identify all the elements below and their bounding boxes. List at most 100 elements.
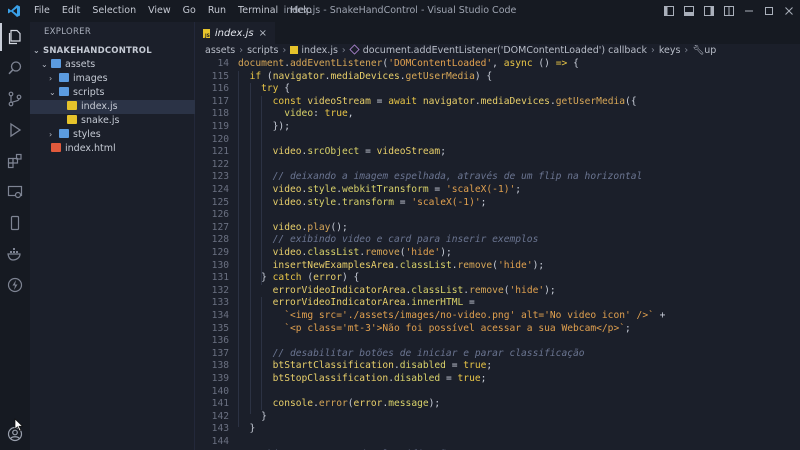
breadcrumb-item-up[interactable]: up (704, 45, 716, 56)
tree-item-index-html[interactable]: index.html (30, 142, 195, 156)
menu-item-run[interactable]: Run (202, 0, 232, 22)
line-number-gutter: 14 115 116 117 118 119 120 121 122 123 124 125 126 12… (195, 58, 229, 450)
breadcrumb-item-callback[interactable]: document.addEventListener('DOMContentLoa… (363, 45, 647, 56)
menu-item-edit[interactable]: Edit (56, 0, 86, 22)
line-number: 124 (211, 184, 229, 195)
line-number: 120 (211, 133, 229, 145)
tree-item-images[interactable]: › images (30, 72, 195, 86)
menu-item-view[interactable]: View (142, 0, 177, 22)
code-line[interactable]: } (238, 423, 256, 436)
code-line[interactable]: errorVideoIndicatorArea.classList.remove… (238, 285, 556, 298)
explorer-sidebar: EXPLORER ⌄ SNAKEHANDCONTROL ⌄ assets › image… (30, 22, 195, 450)
tree-item-snake-js[interactable]: snake.js (30, 114, 195, 128)
workspace-root[interactable]: ⌄ SNAKEHANDCONTROL (30, 44, 195, 58)
tree-item-label: snake.js (81, 115, 120, 126)
code-line[interactable]: if (navigator.mediaDevices.getUserMedia)… (238, 71, 493, 84)
explorer-files-icon[interactable] (0, 23, 25, 51)
code-editor[interactable]: 14 115 116 117 118 119 120 121 122 123 124 125 126 12… (195, 58, 800, 450)
customize-layout-icon[interactable] (724, 6, 734, 16)
code-line[interactable]: const videoStream = await navigator.medi… (238, 96, 637, 109)
line-number: 141 (211, 398, 229, 410)
code-line[interactable]: insertNewExamplesArea.classList.remove('… (238, 260, 545, 273)
code-area[interactable]: document.addEventListener('DOMContentLoa… (238, 58, 798, 450)
line-number: 116 (211, 83, 229, 95)
line-number: 117 (211, 95, 229, 107)
code-line[interactable]: try { (238, 83, 290, 96)
menu-item-selection[interactable]: Selection (86, 0, 142, 22)
close-window-icon[interactable] (784, 6, 794, 16)
line-number: 136 (211, 335, 229, 347)
code-line[interactable]: video.style.transform = 'scaleX(-1)'; (238, 197, 487, 210)
run-debug-icon[interactable] (5, 120, 25, 140)
code-line[interactable]: // desabilitar botões de iniciar e parar… (238, 348, 585, 361)
folder-icon (59, 87, 69, 96)
line-number: 130 (211, 259, 229, 271)
extensions-icon[interactable] (5, 151, 25, 171)
line-number: 131 (211, 272, 229, 284)
line-number: 123 (211, 171, 229, 183)
code-line[interactable]: video.classList.remove('hide'); (238, 247, 452, 260)
tree-item-label: scripts (73, 87, 105, 98)
code-line[interactable]: } (238, 411, 267, 424)
code-line[interactable]: video.play(); (238, 222, 348, 235)
toggle-panel-icon[interactable] (684, 6, 694, 16)
minimize-icon[interactable] (744, 6, 754, 16)
source-control-icon[interactable] (5, 89, 25, 109)
code-line[interactable]: video.style.webkitTransform = 'scaleX(-1… (238, 184, 521, 197)
close-tab-icon[interactable]: × (259, 28, 267, 39)
code-line[interactable]: console.error(error.message); (238, 398, 441, 411)
javascript-file-icon (67, 115, 77, 124)
tree-item-label: images (73, 73, 108, 84)
device-icon[interactable] (5, 213, 25, 233)
code-line[interactable]: video.srcObject = videoStream; (238, 146, 446, 159)
chevron-down-icon: ⌄ (49, 88, 56, 97)
code-line[interactable]: // deixando a imagem espelhada, através … (238, 171, 643, 184)
tree-item-index-js[interactable]: index.js (30, 100, 195, 114)
docker-icon[interactable] (5, 244, 25, 264)
search-icon[interactable] (5, 58, 25, 78)
lightning-icon[interactable] (5, 275, 25, 295)
code-line[interactable]: `<p class='mt-3'>Não foi possível acessa… (238, 323, 631, 336)
workspace-root-label: SNAKEHANDCONTROL (43, 46, 152, 56)
chevron-down-icon: ⌄ (33, 46, 40, 55)
toggle-sidebar-icon[interactable] (664, 6, 674, 16)
tree-item-scripts[interactable]: ⌄ scripts (30, 86, 195, 100)
code-line[interactable]: document.addEventListener('DOMContentLoa… (238, 58, 579, 71)
line-number: 129 (211, 247, 229, 258)
code-line[interactable]: video: true, (238, 108, 353, 121)
menu-item-help[interactable]: Help (284, 0, 318, 22)
code-line[interactable]: // exibindo video e card para inserir ex… (238, 234, 539, 247)
tree-item-assets[interactable]: ⌄ assets (30, 58, 195, 72)
menu-item-terminal[interactable]: Terminal (232, 0, 284, 22)
line-number: 115 (211, 70, 229, 82)
breadcrumb-item-keys[interactable]: keys (659, 45, 681, 56)
breadcrumb-item-scripts[interactable]: scripts (247, 45, 278, 56)
chevron-down-icon: ⌄ (41, 60, 48, 69)
layout-controls (664, 0, 794, 22)
chevron-right-icon: › (49, 74, 53, 83)
code-line[interactable]: errorVideoIndicatorArea.innerHTML = (238, 297, 475, 310)
line-number: 139 (211, 373, 229, 384)
code-line[interactable]: btStartClassification.disabled = true; (238, 360, 493, 373)
tree-item-styles[interactable]: › styles (30, 128, 195, 142)
code-line[interactable]: } catch (error) { (238, 272, 359, 285)
maximize-icon[interactable] (764, 6, 774, 16)
remote-explorer-icon[interactable] (5, 182, 25, 202)
breadcrumb-item-assets[interactable]: assets (205, 45, 235, 56)
code-line[interactable]: `<img src='./assets/images/no-video.png'… (238, 310, 665, 323)
line-number: 138 (211, 360, 229, 372)
tab-index-js[interactable]: index.js × (195, 22, 275, 44)
menu-bar: File Edit Selection View Go Run Terminal Help (28, 0, 318, 22)
menu-item-file[interactable]: File (28, 0, 56, 22)
line-number: 140 (211, 385, 229, 397)
toggle-secondary-sidebar-icon[interactable] (704, 6, 714, 16)
line-number: 118 (211, 108, 229, 120)
breadcrumb-item-file[interactable]: index.js (301, 45, 338, 56)
javascript-file-icon (290, 46, 299, 54)
vscode-logo-icon[interactable] (0, 0, 28, 22)
code-line[interactable]: }); (238, 121, 290, 134)
line-number: 125 (211, 196, 229, 208)
code-line[interactable]: btStopClassification.disabled = true; (238, 373, 487, 386)
menu-item-go[interactable]: Go (177, 0, 202, 22)
chevron-right-icon: › (49, 130, 53, 139)
